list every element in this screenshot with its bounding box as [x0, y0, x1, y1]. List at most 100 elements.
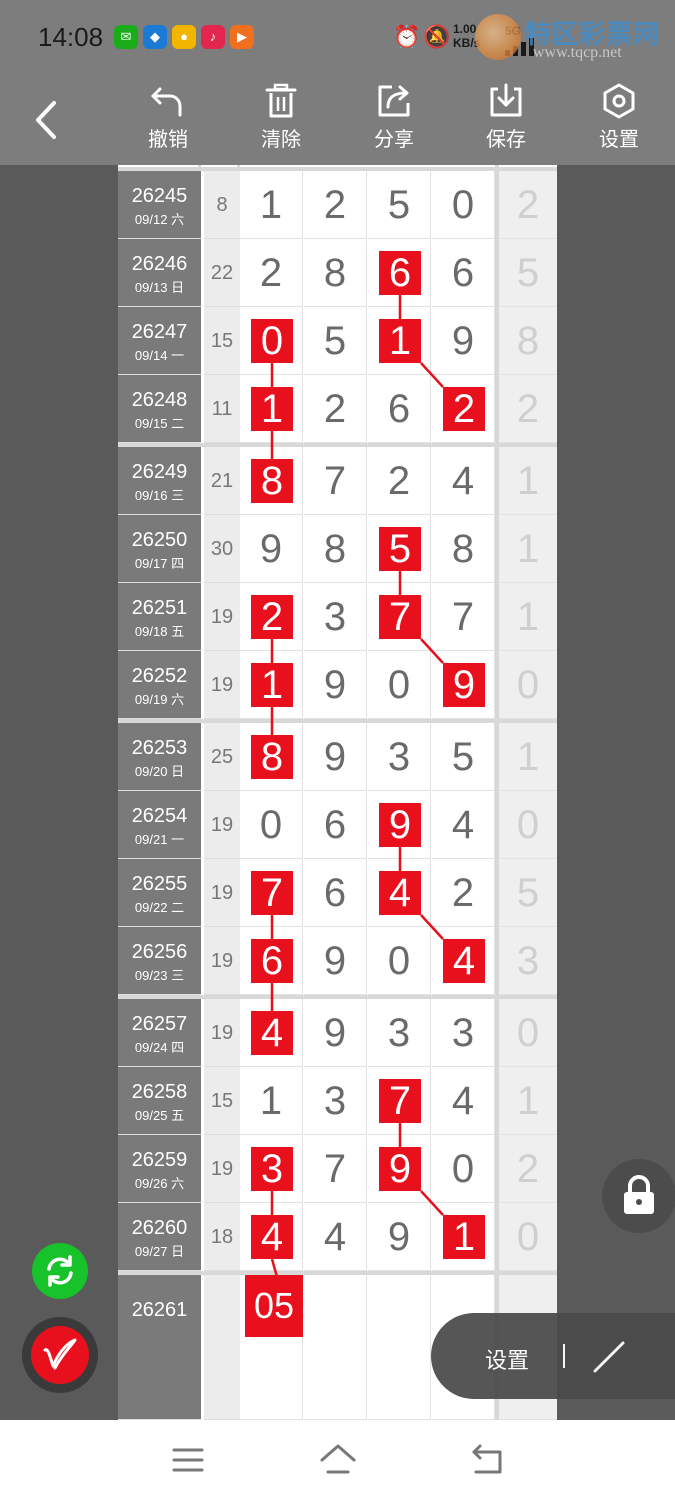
digit-cell[interactable]: 3 — [368, 999, 431, 1067]
issue-cell: 26254 09/21 一 — [118, 791, 201, 859]
undo-button[interactable]: 撤销 — [128, 83, 208, 163]
digit-value: 9 — [451, 319, 475, 363]
digit-cell[interactable]: 4 — [432, 791, 495, 859]
share-button[interactable]: 分享 — [354, 83, 434, 163]
digit-cell[interactable]: 7 — [368, 583, 431, 651]
issue-number: 26257 — [131, 1013, 188, 1035]
digit-cell[interactable]: 5 — [432, 723, 495, 791]
digit-cell[interactable]: 3 — [368, 723, 431, 791]
digit-cell[interactable]: 6 — [240, 927, 303, 995]
pen-button[interactable] — [22, 1317, 98, 1393]
digit-cell[interactable]: 9 — [368, 1203, 431, 1271]
digit-cell[interactable]: 8 — [432, 515, 495, 583]
digit-cell[interactable]: 3 — [432, 999, 495, 1067]
digit-cell[interactable]: 0 — [240, 307, 303, 375]
lock-button[interactable] — [602, 1159, 675, 1233]
watermark: 特区彩票网 www.tqcp.net — [475, 12, 665, 70]
digit-cell[interactable]: 6 — [368, 375, 431, 443]
digit-cell[interactable]: 6 — [304, 791, 367, 859]
back-button[interactable] — [28, 97, 68, 143]
digit-cell[interactable]: 2 — [304, 375, 367, 443]
digit-cell[interactable]: 3 — [304, 1067, 367, 1135]
digit-cell[interactable]: 4 — [240, 1203, 303, 1271]
panel-settings-button[interactable]: 设置 — [485, 1343, 529, 1375]
digit-cell[interactable]: 0 — [368, 651, 431, 719]
digit-value: 0 — [387, 939, 411, 983]
digit-cell[interactable]: 9 — [432, 651, 495, 719]
pen-width-indicator — [563, 1344, 565, 1368]
digit-cell[interactable]: 6 — [368, 239, 431, 307]
digit-cell[interactable]: 7 — [304, 1135, 367, 1203]
back-nav-icon — [472, 1444, 502, 1474]
digit-cell[interactable]: 9 — [240, 515, 303, 583]
digit-cell[interactable]: 5 — [304, 307, 367, 375]
trash-icon — [265, 83, 297, 118]
digit-cell[interactable]: 3 — [240, 1135, 303, 1203]
highlighted-digit: 2 — [251, 595, 293, 639]
lock-icon — [624, 1175, 654, 1214]
digit-cell[interactable]: 9 — [304, 651, 367, 719]
digit-value: 8 — [451, 527, 475, 571]
digit-cell[interactable]: 5 — [368, 171, 431, 239]
digit-cell[interactable]: 1 — [240, 171, 303, 239]
digit-cell[interactable]: 9 — [368, 1135, 431, 1203]
issue-date: 09/18 五 — [134, 624, 185, 639]
digit-cell[interactable]: 4 — [432, 447, 495, 515]
draw-table[interactable]: 26245 09/12 六 8 1 2 5 0 2 26246 09/13 日 22 2 8 6 6 5 262… — [118, 165, 557, 1420]
digit-cell[interactable]: 4 — [432, 927, 495, 995]
digit-cell[interactable]: 9 — [304, 723, 367, 791]
digit-cell[interactable]: 5 — [368, 515, 431, 583]
digit-cell[interactable]: 1 — [240, 1067, 303, 1135]
digit-cell[interactable]: 9 — [368, 791, 431, 859]
undo-icon — [151, 87, 182, 117]
digit-cell[interactable]: 0 — [432, 171, 495, 239]
digit-cell[interactable]: 7 — [432, 583, 495, 651]
digit-cell[interactable]: 1 — [368, 307, 431, 375]
menu-button[interactable] — [168, 1440, 208, 1480]
digit-cell[interactable]: 3 — [304, 583, 367, 651]
issue-number: 26252 — [131, 665, 188, 687]
digit-cell[interactable]: 4 — [368, 859, 431, 927]
digit-cell[interactable]: 7 — [368, 1067, 431, 1135]
digit-cell[interactable]: 0 — [432, 1135, 495, 1203]
digit-cell[interactable]: 7 — [304, 447, 367, 515]
digit-cell[interactable]: 9 — [304, 927, 367, 995]
digit-cell[interactable]: 9 — [304, 999, 367, 1067]
pen-button-inner[interactable] — [31, 1326, 89, 1384]
digit-cell[interactable]: 6 — [304, 859, 367, 927]
digit-cell[interactable] — [368, 1275, 431, 1420]
digit-cell[interactable]: 2 — [240, 583, 303, 651]
refresh-button[interactable] — [32, 1243, 88, 1299]
digit-cell[interactable]: 2 — [368, 447, 431, 515]
digit-cell[interactable]: 2 — [304, 171, 367, 239]
home-button[interactable] — [318, 1440, 358, 1480]
digit-cell[interactable]: 8 — [304, 515, 367, 583]
digit-cell[interactable]: 4 — [240, 999, 303, 1067]
digit-cell[interactable]: 9 — [432, 307, 495, 375]
digit-cell[interactable]: 8 — [240, 447, 303, 515]
digit-cell[interactable]: 0 — [240, 791, 303, 859]
digit-cell[interactable]: 2 — [432, 375, 495, 443]
clear-button[interactable]: 清除 — [241, 83, 321, 163]
line-tool-icon[interactable] — [591, 1339, 627, 1375]
settings-button[interactable]: 设置 — [579, 83, 659, 163]
digit-cell[interactable]: 4 — [432, 1067, 495, 1135]
digit-cell[interactable]: 8 — [240, 723, 303, 791]
digit-cell[interactable]: 2 — [240, 239, 303, 307]
app-blue-icon: ◆ — [143, 25, 167, 49]
back-nav-button[interactable] — [468, 1440, 508, 1480]
digit-cell[interactable]: 1 — [240, 375, 303, 443]
digit-cell[interactable]: 0 — [368, 927, 431, 995]
digit-cell[interactable]: 6 — [432, 239, 495, 307]
digit-cell[interactable]: 4 — [304, 1203, 367, 1271]
table-row: 26252 09/19 六 19 1 9 0 9 0 — [118, 651, 557, 719]
digit-cell[interactable]: 1 — [240, 651, 303, 719]
save-button[interactable]: 保存 — [466, 83, 546, 163]
digit-cell[interactable]: 8 — [304, 239, 367, 307]
digit-cell[interactable]: 7 — [240, 859, 303, 927]
digit-cell[interactable]: 2 — [432, 859, 495, 927]
digit-cell[interactable] — [304, 1275, 367, 1420]
digit-value: 9 — [323, 663, 347, 707]
digit-value: 0 — [451, 183, 475, 227]
digit-cell[interactable]: 1 — [432, 1203, 495, 1271]
